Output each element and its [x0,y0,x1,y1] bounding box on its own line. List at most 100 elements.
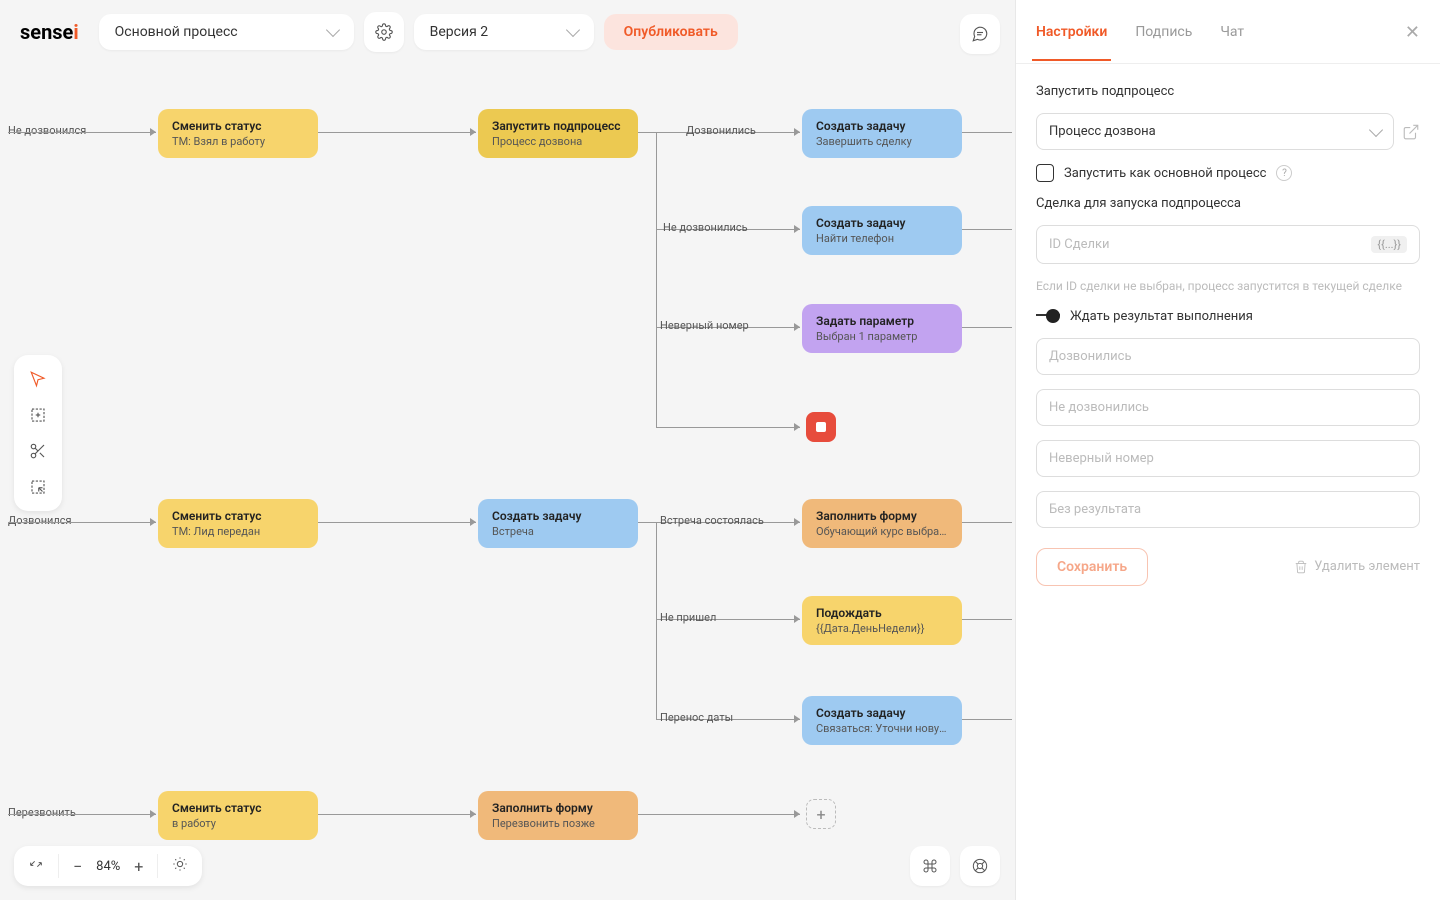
scissors-icon [29,442,47,460]
arrow-icon [794,715,800,723]
connector [962,132,1012,133]
result-option-1[interactable]: Не дозвонились [1036,389,1420,426]
node-change-status-3[interactable]: Сменить статус в работу [158,791,318,840]
node-set-param[interactable]: Задать параметр Выбран 1 параметр [802,304,962,353]
fit-button[interactable] [24,852,48,880]
tab-chat[interactable]: Чат [1220,4,1244,60]
arrow-icon [150,128,156,136]
node-title: Создать задачу [492,509,624,523]
edge-label: Не дозвонились [663,221,748,234]
node-change-status-1[interactable]: Сменить статус ТМ: Взял в работу [158,109,318,158]
connector [318,132,476,133]
subprocess-select[interactable]: Процесс дозвона [1036,113,1394,150]
canvas[interactable]: Не дозвонился Сменить статус ТМ: Взял в … [0,64,1015,900]
process-dropdown[interactable]: Основной процесс [99,14,354,50]
save-button[interactable]: Сохранить [1036,548,1148,586]
chevron-down-icon [566,23,580,37]
connector [638,132,656,133]
gear-icon [375,23,393,41]
help-icon[interactable]: ? [1276,165,1292,181]
node-stop[interactable] [806,412,836,442]
side-panel: Настройки Подпись Чат ✕ Запустить подпро… [1015,0,1440,900]
zoom-in-button[interactable]: + [130,853,147,880]
node-subtitle: ТМ: Взял в работу [172,135,304,148]
connector [8,522,156,523]
lifebuoy-icon [972,858,988,874]
node-title: Сменить статус [172,509,304,523]
deal-id-placeholder: ID Сделки [1049,237,1110,252]
node-fill-form-course[interactable]: Заполнить форму Обучающий курс выбран... [802,499,962,548]
subprocess-select-value: Процесс дозвона [1049,124,1156,139]
node-create-task-meeting[interactable]: Создать задачу Встреча [478,499,638,548]
zoom-out-button[interactable]: − [69,853,86,880]
process-dropdown-label: Основной процесс [115,24,238,40]
tool-cut[interactable] [22,435,54,467]
node-fill-form-callback[interactable]: Заполнить форму Перезвонить позже [478,791,638,840]
theme-button[interactable] [168,852,192,880]
bottom-bar: − 84% + [14,846,202,886]
main-process-checkbox-label: Запустить как основной процесс [1064,166,1266,181]
node-title: Заполнить форму [492,801,624,815]
node-title: Создать задачу [816,706,948,720]
settings-button[interactable] [364,12,404,52]
corner-tools [910,846,1000,886]
panel-body: Запустить подпроцесс Процесс дозвона Зап… [1016,64,1440,606]
deal-id-input[interactable]: ID Сделки {{...}} [1036,225,1420,264]
shortcuts-button[interactable] [910,846,950,886]
connector [8,814,156,815]
result-option-2[interactable]: Неверный номер [1036,440,1420,477]
node-title: Подождать [816,606,948,620]
node-create-task-finish[interactable]: Создать задачу Завершить сделку [802,109,962,158]
version-dropdown[interactable]: Версия 2 [414,14,594,50]
tool-cursor[interactable] [22,363,54,395]
connector [962,522,1012,523]
node-title: Сменить статус [172,119,304,133]
sun-icon [172,856,188,872]
node-create-task-findphone[interactable]: Создать задачу Найти телефон [802,206,962,255]
help-button[interactable] [960,846,1000,886]
selection-icon [29,406,47,424]
delete-element-button[interactable]: Удалить элемент [1294,559,1420,574]
tool-select[interactable] [22,399,54,431]
delete-element-label: Удалить элемент [1314,559,1420,574]
wait-result-toggle[interactable] [1036,309,1060,323]
chevron-down-icon [1369,122,1383,136]
fit-icon [28,856,44,872]
publish-button[interactable]: Опубликовать [604,14,738,50]
node-change-status-2[interactable]: Сменить статус ТМ: Лид передан [158,499,318,548]
arrow-icon [794,518,800,526]
external-link-icon[interactable] [1402,123,1420,141]
trash-icon [1294,560,1308,574]
result-option-3[interactable]: Без результата [1036,491,1420,528]
node-start-subprocess[interactable]: Запустить подпроцесс Процесс дозвона [478,109,638,158]
tab-settings[interactable]: Настройки [1036,4,1107,60]
close-panel-button[interactable]: ✕ [1405,22,1420,43]
arrow-icon [794,323,800,331]
command-icon [922,858,938,874]
node-subtitle: ТМ: Лид передан [172,525,304,538]
connector [318,814,476,815]
chat-button[interactable] [960,14,1000,54]
connector [962,619,1012,620]
variable-badge[interactable]: {{...}} [1371,236,1407,253]
node-subtitle: Завершить сделку [816,135,948,148]
tool-lasso[interactable] [22,471,54,503]
node-wait[interactable]: Подождать {{Дата.ДеньНедели}} [802,596,962,645]
node-title: Запустить подпроцесс [492,119,624,133]
canvas-toolbar [14,355,62,511]
tab-signature[interactable]: Подпись [1135,4,1192,60]
main-process-checkbox[interactable] [1036,164,1054,182]
node-title: Заполнить форму [816,509,948,523]
node-add[interactable]: + [806,799,836,829]
divider [157,854,158,878]
zoom-value: 84% [96,859,120,874]
arrow-icon [794,225,800,233]
edge-label: Перенос даты [660,711,733,724]
node-create-task-contact[interactable]: Создать задачу Связаться: Уточни новую..… [802,696,962,745]
result-option-0[interactable]: Дозвонились [1036,338,1420,375]
node-title: Создать задачу [816,216,948,230]
lasso-icon [29,478,47,496]
edge-label: Дозвонился [8,514,72,527]
arrow-icon [150,518,156,526]
connector [638,814,800,815]
